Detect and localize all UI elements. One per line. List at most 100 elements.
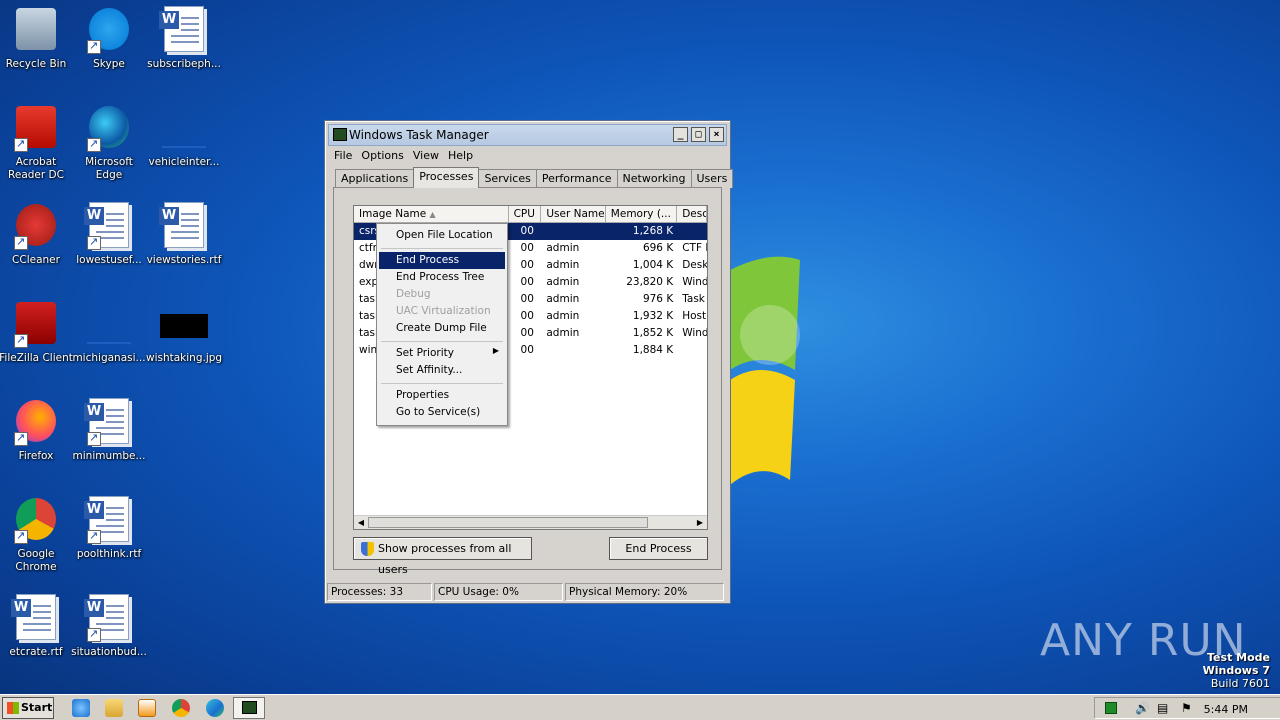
column-description[interactable]: Desc: [677, 206, 707, 222]
menu-item-end-process-tree[interactable]: End Process Tree: [379, 269, 505, 286]
desktop-icon[interactable]: michiganasi...: [71, 300, 147, 365]
shortcut-arrow-icon: [87, 39, 101, 54]
maximize-button[interactable]: □: [691, 127, 706, 142]
desktop-icon[interactable]: Wetcrate.rtf: [0, 594, 74, 659]
desktop-icon[interactable]: Wlowestusef...: [71, 202, 147, 267]
task-manager-icon: [333, 128, 347, 141]
desktop-icon[interactable]: Wminimumbe...: [71, 398, 147, 463]
menu-separator: [381, 248, 503, 249]
menu-view[interactable]: View: [410, 146, 445, 166]
cell-user: admin: [546, 327, 580, 339]
status-memory: Physical Memory: 20%: [565, 583, 724, 601]
desktop-icon[interactable]: wishtaking.jpg: [146, 300, 222, 365]
scroll-thumb[interactable]: [368, 517, 648, 528]
status-cpu: CPU Usage: 0%: [434, 583, 563, 601]
desktop-icon[interactable]: Google Chrome: [0, 496, 74, 574]
chrome-taskbar-icon[interactable]: [172, 699, 190, 717]
skype-icon: [85, 6, 133, 54]
clock[interactable]: 5:44 PM: [1204, 703, 1248, 716]
cell-desc: Host: [682, 310, 707, 322]
shortcut-arrow-icon: [14, 529, 28, 544]
desktop-icon[interactable]: Firefox: [0, 398, 74, 463]
cell-desc: Task: [682, 293, 705, 305]
menu-item-properties[interactable]: Properties: [379, 387, 505, 404]
shortcut-arrow-icon: [14, 235, 28, 250]
network-status-icon[interactable]: [1105, 702, 1117, 714]
filezilla-icon: [12, 300, 60, 348]
menu-item-set-affinity[interactable]: Set Affinity...: [379, 362, 505, 379]
end-process-button[interactable]: End Process: [609, 537, 708, 560]
tab-strip: Applications Processes Services Performa…: [335, 167, 734, 188]
cell-cpu: 00: [520, 225, 534, 237]
show-all-users-button[interactable]: Show processes from all users: [353, 537, 532, 576]
cell-mem: 976 K: [642, 293, 674, 305]
desktop-icon[interactable]: Recycle Bin: [0, 6, 74, 71]
desktop-icon-label: poolthink.rtf: [76, 548, 142, 560]
tab-services[interactable]: Services: [478, 169, 537, 188]
tab-networking[interactable]: Networking: [616, 169, 692, 188]
cell-desc: [677, 342, 707, 359]
cell-cpu: 00: [520, 293, 534, 305]
menu-options[interactable]: Options: [358, 146, 409, 166]
edge-icon: [85, 104, 133, 152]
desktop-icon[interactable]: FileZilla Client: [0, 300, 74, 365]
cell-mem: 1,884 K: [632, 344, 674, 356]
media-player-icon[interactable]: [138, 699, 156, 717]
desktop-icon-label: vehicleinter...: [148, 156, 220, 168]
status-bar: Processes: 33 CPU Usage: 0% Physical Mem…: [327, 583, 728, 601]
menu-file[interactable]: File: [331, 146, 358, 166]
close-button[interactable]: ×: [709, 127, 724, 142]
tab-processes[interactable]: Processes: [413, 167, 480, 188]
explorer-icon[interactable]: [105, 699, 123, 717]
desktop-icon[interactable]: Wviewstories.rtf: [146, 202, 222, 267]
title-bar[interactable]: Windows Task Manager _ □ ×: [328, 124, 727, 146]
tab-applications[interactable]: Applications: [335, 169, 415, 188]
scroll-left-icon[interactable]: ◀: [355, 517, 367, 528]
image-file-icon: [160, 300, 208, 348]
watermark-line: Build 7601: [1210, 677, 1270, 690]
task-manager-taskbar-button[interactable]: [233, 697, 265, 719]
word-doc-icon: W: [84, 496, 133, 544]
menu-item-open-file-location[interactable]: Open File Location: [379, 227, 505, 244]
desktop-icon[interactable]: Wsituationbud...: [71, 594, 147, 659]
context-menu[interactable]: Open File Location End Process End Proce…: [376, 223, 508, 426]
horizontal-scrollbar[interactable]: ◀ ▶: [354, 515, 707, 529]
minimize-button[interactable]: _: [673, 127, 688, 142]
column-cpu[interactable]: CPU: [509, 206, 542, 222]
ie-icon[interactable]: [72, 699, 90, 717]
volume-icon[interactable]: 🔊: [1135, 701, 1150, 715]
scroll-right-icon[interactable]: ▶: [694, 517, 706, 528]
edge-taskbar-icon[interactable]: [206, 699, 224, 717]
cell-cpu: 00: [520, 344, 534, 356]
sort-up-icon: ▲: [429, 210, 436, 219]
menu-item-set-priority[interactable]: Set Priority ▶: [379, 345, 505, 362]
shortcut-arrow-icon: [87, 431, 101, 446]
desktop-icon[interactable]: Wpoolthink.rtf: [71, 496, 147, 561]
menu-item-create-dump-file[interactable]: Create Dump File: [379, 320, 505, 337]
column-memory[interactable]: Memory (...: [606, 206, 678, 222]
menu-help[interactable]: Help: [445, 146, 479, 166]
shortcut-arrow-icon: [14, 431, 28, 446]
status-processes: Processes: 33: [327, 583, 432, 601]
network-icon[interactable]: ▤: [1157, 701, 1168, 715]
desktop-icon[interactable]: vehicleinter...: [146, 104, 222, 169]
tab-performance[interactable]: Performance: [535, 169, 618, 188]
watermark-line: Windows 7: [1202, 664, 1270, 677]
desktop-icon[interactable]: Microsoft Edge: [71, 104, 147, 182]
desktop-icon[interactable]: CCleaner: [0, 202, 74, 267]
tab-users[interactable]: Users: [690, 169, 734, 188]
menu-item-end-process[interactable]: End Process: [379, 252, 505, 269]
menu-item-debug: Debug: [396, 288, 431, 300]
desktop-icon[interactable]: Skype: [71, 6, 147, 71]
start-button[interactable]: Start: [2, 697, 54, 719]
desktop-icon-label: Recycle Bin: [5, 58, 67, 70]
column-image-name[interactable]: Image Name ▲: [354, 206, 509, 222]
action-center-flag-icon[interactable]: ⚑: [1181, 701, 1192, 715]
desktop-icon[interactable]: Acrobat Reader DC: [0, 104, 74, 182]
desktop-icon-label: Google Chrome: [15, 548, 57, 573]
desktop-icon[interactable]: Wsubscribeph...: [146, 6, 222, 71]
column-user-name[interactable]: User Name: [541, 206, 606, 222]
blank-file-icon: [85, 300, 133, 348]
desktop-icon-label: Firefox: [18, 450, 54, 462]
menu-item-go-to-services[interactable]: Go to Service(s): [379, 404, 505, 421]
